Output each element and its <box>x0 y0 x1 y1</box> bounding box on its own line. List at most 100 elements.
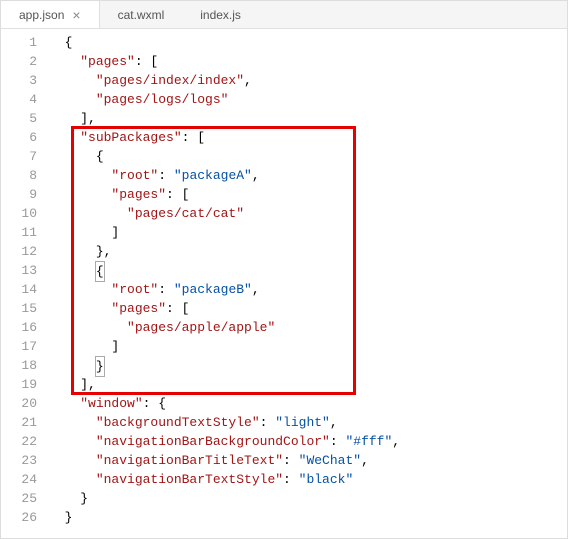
token-str: "black" <box>299 472 354 487</box>
code-line[interactable]: "pages": [ <box>49 185 567 204</box>
line-number: 26 <box>5 508 37 527</box>
token-pun: } <box>80 491 88 506</box>
line-number: 10 <box>5 204 37 223</box>
line-number-gutter: 1234567891011121314151617181920212223242… <box>1 29 49 538</box>
code-line[interactable]: ] <box>49 337 567 356</box>
line-number: 15 <box>5 299 37 318</box>
code-line[interactable]: "root": "packageA", <box>49 166 567 185</box>
token-key: "root" <box>111 282 158 297</box>
line-number: 18 <box>5 356 37 375</box>
code-line[interactable]: "pages/cat/cat" <box>49 204 567 223</box>
token-pun: : [ <box>135 54 158 69</box>
token-key: "subPackages" <box>80 130 181 145</box>
token-key: "pages" <box>111 301 166 316</box>
token-key: "navigationBarTextStyle" <box>96 472 283 487</box>
code-content[interactable]: { "pages": [ "pages/index/index", "pages… <box>49 29 567 538</box>
code-line[interactable]: "navigationBarTextStyle": "black" <box>49 470 567 489</box>
line-number: 4 <box>5 90 37 109</box>
code-line[interactable]: "navigationBarTitleText": "WeChat", <box>49 451 567 470</box>
token-pun: { <box>95 261 105 282</box>
code-line[interactable]: { <box>49 261 567 280</box>
token-str: "WeChat" <box>299 453 361 468</box>
token-key: "navigationBarTitleText" <box>96 453 283 468</box>
line-number: 17 <box>5 337 37 356</box>
code-line[interactable]: "subPackages": [ <box>49 128 567 147</box>
token-str: "light" <box>275 415 330 430</box>
code-line[interactable]: } <box>49 489 567 508</box>
token-pun: : <box>283 472 299 487</box>
token-pun: : <box>158 168 174 183</box>
editor-area[interactable]: 1234567891011121314151617181920212223242… <box>1 29 567 538</box>
code-line[interactable]: ], <box>49 109 567 128</box>
token-pun: ] <box>111 339 119 354</box>
line-number: 5 <box>5 109 37 128</box>
line-number: 1 <box>5 33 37 52</box>
code-line[interactable]: } <box>49 508 567 527</box>
token-pun: : [ <box>166 301 189 316</box>
tab-bar: app.json × cat.wxmlindex.js <box>1 1 567 29</box>
code-line[interactable]: { <box>49 33 567 52</box>
line-number: 21 <box>5 413 37 432</box>
token-pun: , <box>392 434 400 449</box>
token-key: "window" <box>80 396 142 411</box>
token-key: "backgroundTextStyle" <box>96 415 260 430</box>
line-number: 19 <box>5 375 37 394</box>
token-pun: : <box>283 453 299 468</box>
token-pun: , <box>252 168 260 183</box>
line-number: 8 <box>5 166 37 185</box>
line-number: 9 <box>5 185 37 204</box>
code-line[interactable]: "pages": [ <box>49 52 567 71</box>
token-pun: , <box>252 282 260 297</box>
code-line[interactable]: } <box>49 356 567 375</box>
token-key: "pages/apple/apple" <box>127 320 275 335</box>
token-pun: : <box>330 434 346 449</box>
token-str: "#fff" <box>345 434 392 449</box>
token-pun: ] <box>111 225 119 240</box>
line-number: 3 <box>5 71 37 90</box>
token-pun: { <box>96 149 104 164</box>
token-key: "pages/cat/cat" <box>127 206 244 221</box>
line-number: 7 <box>5 147 37 166</box>
code-line[interactable]: "window": { <box>49 394 567 413</box>
code-line[interactable]: "backgroundTextStyle": "light", <box>49 413 567 432</box>
token-key: "pages/logs/logs" <box>96 92 229 107</box>
line-number: 13 <box>5 261 37 280</box>
tab-app-json[interactable]: app.json × <box>1 1 100 28</box>
token-str: "packageB" <box>174 282 252 297</box>
line-number: 24 <box>5 470 37 489</box>
token-pun: , <box>244 73 252 88</box>
token-key: "root" <box>111 168 158 183</box>
line-number: 16 <box>5 318 37 337</box>
token-key: "pages/index/index" <box>96 73 244 88</box>
code-line[interactable]: ], <box>49 375 567 394</box>
token-pun: : [ <box>182 130 205 145</box>
line-number: 11 <box>5 223 37 242</box>
token-pun: : <box>158 282 174 297</box>
code-line[interactable]: "navigationBarBackgroundColor": "#fff", <box>49 432 567 451</box>
close-icon[interactable]: × <box>72 8 80 22</box>
line-number: 22 <box>5 432 37 451</box>
token-pun: : { <box>143 396 166 411</box>
code-line[interactable]: "root": "packageB", <box>49 280 567 299</box>
token-key: "navigationBarBackgroundColor" <box>96 434 330 449</box>
tab-index-js[interactable]: index.js <box>182 1 259 28</box>
token-key: "pages" <box>80 54 135 69</box>
code-line[interactable]: "pages/apple/apple" <box>49 318 567 337</box>
code-line[interactable]: "pages/logs/logs" <box>49 90 567 109</box>
token-pun: { <box>65 35 73 50</box>
line-number: 6 <box>5 128 37 147</box>
tab-label: app.json <box>19 8 64 22</box>
token-pun: } <box>95 356 105 377</box>
token-pun: : [ <box>166 187 189 202</box>
code-line[interactable]: "pages/index/index", <box>49 71 567 90</box>
line-number: 23 <box>5 451 37 470</box>
code-line[interactable]: ] <box>49 223 567 242</box>
line-number: 25 <box>5 489 37 508</box>
code-line[interactable]: { <box>49 147 567 166</box>
code-line[interactable]: }, <box>49 242 567 261</box>
token-pun: : <box>260 415 276 430</box>
code-line[interactable]: "pages": [ <box>49 299 567 318</box>
token-str: "packageA" <box>174 168 252 183</box>
token-pun: } <box>65 510 73 525</box>
tab-cat-wxml[interactable]: cat.wxml <box>100 1 183 28</box>
